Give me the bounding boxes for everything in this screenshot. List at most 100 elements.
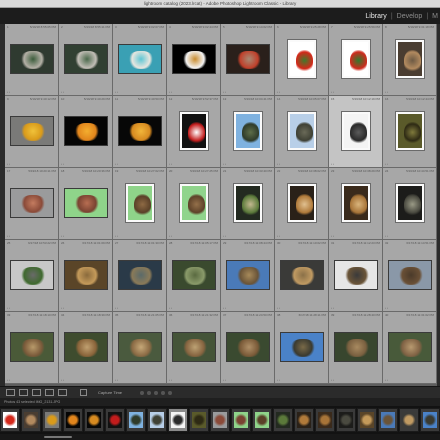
module-library[interactable]: Library bbox=[365, 13, 386, 20]
photo-thumbnail[interactable] bbox=[10, 260, 54, 290]
grid-cell[interactable]: 21 5/19/18 10:33:40 PM • • bbox=[221, 168, 275, 240]
grid-cell[interactable]: 25 6/17/18 10:53:22 PM • • bbox=[5, 240, 59, 312]
cell-badges-icon[interactable]: • • bbox=[61, 90, 64, 94]
filmstrip-scrollbar[interactable] bbox=[0, 434, 440, 440]
cell-badges-icon[interactable]: • • bbox=[223, 90, 226, 94]
photo-thumbnail[interactable] bbox=[180, 184, 208, 222]
cell-badges-icon[interactable]: • • bbox=[385, 306, 388, 310]
photo-thumbnail[interactable] bbox=[172, 332, 216, 362]
photo-thumbnail[interactable] bbox=[388, 260, 432, 290]
rating-dot[interactable] bbox=[147, 391, 151, 395]
grid-cell[interactable]: 23 5/19/18 10:38:29 PM • • bbox=[329, 168, 383, 240]
cell-badges-icon[interactable]: • • bbox=[331, 234, 334, 238]
photo-thumbnail[interactable] bbox=[234, 184, 262, 222]
cell-badges-icon[interactable]: • • bbox=[7, 234, 10, 238]
cell-badges-icon[interactable]: • • bbox=[385, 234, 388, 238]
grid-cell[interactable]: 12 5/19/18 9:52:37 PM • • bbox=[167, 96, 221, 168]
photo-thumbnail[interactable] bbox=[288, 112, 316, 150]
filmstrip-item[interactable] bbox=[252, 408, 272, 432]
photo-thumbnail[interactable] bbox=[342, 112, 370, 150]
grid-cell[interactable]: 32 6/17/18 11:14:51 PM • • bbox=[383, 240, 437, 312]
photo-thumbnail[interactable] bbox=[64, 116, 108, 146]
cell-badges-icon[interactable]: • • bbox=[277, 234, 280, 238]
grid-cell[interactable]: 20 5/19/18 10:27:25 PM • • bbox=[167, 168, 221, 240]
photo-thumbnail[interactable] bbox=[342, 184, 370, 222]
cell-badges-icon[interactable]: • • bbox=[277, 162, 280, 166]
grid-cell[interactable]: 28 6/17/18 11:05:17 PM • • bbox=[167, 240, 221, 312]
cell-badges-icon[interactable]: • • bbox=[277, 378, 280, 382]
photo-thumbnail[interactable] bbox=[288, 184, 316, 222]
grid-cell[interactable]: 39 6/17/18 11:28:40 PM • • bbox=[329, 312, 383, 384]
photo-thumbnail[interactable] bbox=[10, 188, 54, 218]
photo-thumbnail[interactable] bbox=[10, 116, 54, 146]
cell-badges-icon[interactable]: • • bbox=[223, 306, 226, 310]
photo-thumbnail[interactable] bbox=[334, 260, 378, 290]
scroll-thumb[interactable] bbox=[44, 436, 72, 438]
photo-thumbnail[interactable] bbox=[64, 188, 108, 218]
filmstrip-item[interactable] bbox=[168, 408, 188, 432]
grid-cell[interactable]: 15 5/19/18 10:12:19 PM • • bbox=[329, 96, 383, 168]
cell-badges-icon[interactable]: • • bbox=[169, 90, 172, 94]
photo-thumbnail[interactable] bbox=[226, 260, 270, 290]
cell-badges-icon[interactable]: • • bbox=[169, 234, 172, 238]
grid-cell[interactable]: 37 6/17/18 11:24:50 PM • • bbox=[221, 312, 275, 384]
filmstrip-item[interactable] bbox=[231, 408, 251, 432]
grid-cell[interactable]: 27 6/17/18 11:01:30 PM • • bbox=[113, 240, 167, 312]
photo-thumbnail[interactable] bbox=[118, 44, 162, 74]
cell-badges-icon[interactable]: • • bbox=[115, 162, 118, 166]
photo-thumbnail[interactable] bbox=[288, 40, 316, 78]
filmstrip-source[interactable]: Photos 43 selected IMG_2131.JPG bbox=[4, 398, 60, 406]
photo-thumbnail[interactable] bbox=[10, 332, 54, 362]
cell-badges-icon[interactable]: • • bbox=[331, 378, 334, 382]
cell-badges-icon[interactable]: • • bbox=[61, 306, 64, 310]
filmstrip-item[interactable] bbox=[0, 408, 20, 432]
grid-cell[interactable]: 10 5/19/18 9:40:29 PM • • bbox=[59, 96, 113, 168]
rating-dot[interactable] bbox=[154, 391, 158, 395]
filmstrip-item[interactable] bbox=[273, 408, 293, 432]
filmstrip-item[interactable] bbox=[210, 408, 230, 432]
photo-thumbnail[interactable] bbox=[64, 332, 108, 362]
grid-cell[interactable]: 5 5/19/18 9:14:02 PM • • bbox=[221, 24, 275, 96]
cell-badges-icon[interactable]: • • bbox=[169, 306, 172, 310]
filmstrip-item[interactable] bbox=[378, 408, 398, 432]
cell-badges-icon[interactable]: • • bbox=[385, 90, 388, 94]
grid-cell[interactable]: 13 5/19/18 10:04:41 PM • • bbox=[221, 96, 275, 168]
grid-cell[interactable]: 6 5/19/18 9:25:28 PM • • bbox=[275, 24, 329, 96]
grid-cell[interactable]: 17 5/19/18 10:20:11 PM • • bbox=[5, 168, 59, 240]
grid-cell[interactable]: 38 6/17/18 11:28:11 PM • • bbox=[275, 312, 329, 384]
photo-thumbnail[interactable] bbox=[118, 260, 162, 290]
photo-thumbnail[interactable] bbox=[396, 40, 424, 78]
cell-badges-icon[interactable]: • • bbox=[385, 378, 388, 382]
grid-cell[interactable]: 8 5/19/18 9:31:18 PM • • bbox=[383, 24, 437, 96]
photo-thumbnail[interactable] bbox=[10, 44, 54, 74]
cell-badges-icon[interactable]: • • bbox=[331, 306, 334, 310]
grid-cell[interactable]: 33 6/17/18 11:18:10 PM • • bbox=[5, 312, 59, 384]
rating-dot[interactable] bbox=[140, 391, 144, 395]
photo-thumbnail[interactable] bbox=[280, 260, 324, 290]
rating-dot[interactable] bbox=[168, 391, 172, 395]
photo-thumbnail[interactable] bbox=[234, 112, 262, 150]
module-develop[interactable]: Develop bbox=[397, 13, 423, 20]
photo-thumbnail[interactable] bbox=[172, 44, 216, 74]
grid-cell[interactable]: 35 6/17/18 11:21:05 PM • • bbox=[113, 312, 167, 384]
cell-badges-icon[interactable]: • • bbox=[223, 234, 226, 238]
filmstrip-item[interactable] bbox=[315, 408, 335, 432]
cell-badges-icon[interactable]: • • bbox=[277, 90, 280, 94]
photo-thumbnail[interactable] bbox=[388, 332, 432, 362]
cell-badges-icon[interactable]: • • bbox=[169, 378, 172, 382]
grid-cell[interactable]: 7 5/19/18 9:25:59 PM • • bbox=[329, 24, 383, 96]
grid-cell[interactable]: 16 5/19/18 10:12:44 PM • • bbox=[383, 96, 437, 168]
grid-cell[interactable]: 24 5/19/18 10:44:51 PM • • bbox=[383, 168, 437, 240]
filmstrip-item[interactable] bbox=[336, 408, 356, 432]
photo-thumbnail[interactable] bbox=[396, 112, 424, 150]
photo-thumbnail[interactable] bbox=[172, 260, 216, 290]
filmstrip-item[interactable] bbox=[189, 408, 209, 432]
cell-badges-icon[interactable]: • • bbox=[61, 234, 64, 238]
grid-cell[interactable]: 29 6/17/18 11:08:44 PM • • bbox=[221, 240, 275, 312]
photo-thumbnail[interactable] bbox=[126, 184, 154, 222]
sort-direction-icon[interactable] bbox=[80, 389, 87, 396]
grid-cell[interactable]: 9 5/19/18 9:40:12 PM • • bbox=[5, 96, 59, 168]
photo-thumbnail[interactable] bbox=[226, 44, 270, 74]
cell-badges-icon[interactable]: • • bbox=[223, 162, 226, 166]
grid-cell[interactable]: 14 5/19/18 10:05:07 PM • • bbox=[275, 96, 329, 168]
